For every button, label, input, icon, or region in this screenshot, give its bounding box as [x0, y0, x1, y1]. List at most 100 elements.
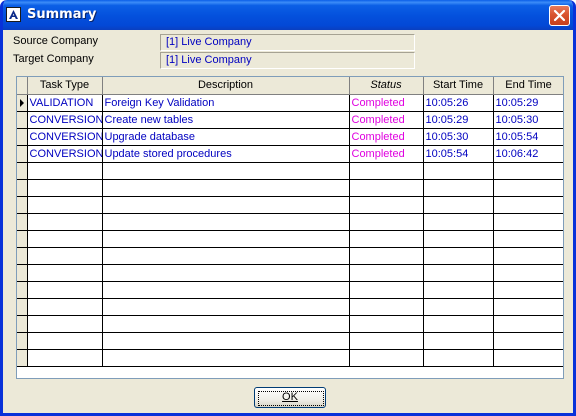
empty-row[interactable]: [17, 332, 563, 350]
ok-button[interactable]: OK: [254, 387, 326, 408]
empty-cell[interactable]: [423, 281, 494, 299]
empty-row[interactable]: [17, 162, 563, 180]
empty-cell[interactable]: [27, 247, 103, 265]
empty-cell[interactable]: [27, 315, 103, 333]
empty-cell[interactable]: [493, 196, 563, 214]
empty-cell[interactable]: [27, 196, 103, 214]
empty-row[interactable]: [17, 298, 563, 316]
start-time-cell[interactable]: 10:05:29: [423, 111, 494, 129]
task-type-cell[interactable]: CONVERSION: [27, 145, 103, 163]
title-bar[interactable]: Summary: [3, 0, 573, 30]
empty-cell[interactable]: [27, 298, 103, 316]
empty-cell[interactable]: [27, 264, 103, 282]
table-row[interactable]: CONVERSION Update stored procedures Comp…: [17, 145, 563, 163]
column-header-description[interactable]: Description: [102, 77, 350, 95]
empty-cell[interactable]: [423, 162, 494, 180]
empty-row[interactable]: [17, 281, 563, 299]
empty-row[interactable]: [17, 179, 563, 197]
empty-cell[interactable]: [102, 332, 350, 350]
status-cell[interactable]: Completed: [349, 128, 424, 146]
status-cell[interactable]: Completed: [349, 111, 424, 129]
description-cell[interactable]: Upgrade database: [102, 128, 350, 146]
task-type-cell[interactable]: CONVERSION: [27, 111, 103, 129]
empty-cell[interactable]: [493, 213, 563, 231]
end-time-cell[interactable]: 10:05:29: [493, 94, 563, 112]
empty-cell[interactable]: [423, 196, 494, 214]
empty-row[interactable]: [17, 196, 563, 214]
empty-row[interactable]: [17, 213, 563, 231]
empty-cell[interactable]: [27, 349, 103, 367]
empty-row[interactable]: [17, 264, 563, 282]
row-selector[interactable]: [17, 111, 28, 129]
row-selector[interactable]: [17, 349, 28, 367]
table-row[interactable]: CONVERSION Upgrade database Completed 10…: [17, 128, 563, 146]
empty-cell[interactable]: [423, 349, 494, 367]
empty-cell[interactable]: [349, 349, 424, 367]
status-cell[interactable]: Completed: [349, 145, 424, 163]
empty-cell[interactable]: [493, 179, 563, 197]
empty-cell[interactable]: [349, 264, 424, 282]
empty-cell[interactable]: [349, 162, 424, 180]
empty-cell[interactable]: [423, 298, 494, 316]
empty-cell[interactable]: [423, 332, 494, 350]
empty-row[interactable]: [17, 230, 563, 248]
start-time-cell[interactable]: 10:05:30: [423, 128, 494, 146]
empty-cell[interactable]: [423, 179, 494, 197]
status-cell[interactable]: Completed: [349, 94, 424, 112]
empty-cell[interactable]: [27, 230, 103, 248]
row-selector[interactable]: [17, 179, 28, 197]
empty-cell[interactable]: [349, 196, 424, 214]
empty-cell[interactable]: [493, 349, 563, 367]
empty-cell[interactable]: [349, 332, 424, 350]
close-button[interactable]: [549, 5, 570, 26]
end-time-cell[interactable]: 10:05:54: [493, 128, 563, 146]
row-selector[interactable]: [17, 332, 28, 350]
empty-cell[interactable]: [27, 281, 103, 299]
empty-cell[interactable]: [102, 349, 350, 367]
empty-cell[interactable]: [493, 315, 563, 333]
empty-row[interactable]: [17, 315, 563, 333]
row-selector[interactable]: [17, 315, 28, 333]
empty-cell[interactable]: [102, 298, 350, 316]
empty-cell[interactable]: [493, 332, 563, 350]
empty-cell[interactable]: [102, 230, 350, 248]
empty-cell[interactable]: [493, 230, 563, 248]
empty-cell[interactable]: [349, 230, 424, 248]
row-selector[interactable]: [17, 196, 28, 214]
column-header-task-type[interactable]: Task Type: [27, 77, 103, 95]
task-type-cell[interactable]: VALIDATION: [27, 94, 103, 112]
row-selector[interactable]: [17, 145, 28, 163]
empty-cell[interactable]: [27, 332, 103, 350]
empty-cell[interactable]: [423, 247, 494, 265]
empty-cell[interactable]: [349, 298, 424, 316]
empty-cell[interactable]: [423, 213, 494, 231]
row-selector[interactable]: [17, 94, 28, 112]
empty-cell[interactable]: [493, 247, 563, 265]
table-row[interactable]: VALIDATION Foreign Key Validation Comple…: [17, 94, 563, 112]
row-selector[interactable]: [17, 213, 28, 231]
empty-cell[interactable]: [493, 264, 563, 282]
row-selector[interactable]: [17, 281, 28, 299]
start-time-cell[interactable]: 10:05:54: [423, 145, 494, 163]
empty-row[interactable]: [17, 247, 563, 265]
empty-cell[interactable]: [102, 162, 350, 180]
start-time-cell[interactable]: 10:05:26: [423, 94, 494, 112]
empty-cell[interactable]: [349, 213, 424, 231]
row-selector[interactable]: [17, 128, 28, 146]
empty-cell[interactable]: [102, 264, 350, 282]
end-time-cell[interactable]: 10:05:30: [493, 111, 563, 129]
empty-cell[interactable]: [102, 213, 350, 231]
task-type-cell[interactable]: CONVERSION: [27, 128, 103, 146]
row-selector[interactable]: [17, 247, 28, 265]
description-cell[interactable]: Create new tables: [102, 111, 350, 129]
column-header-end-time[interactable]: End Time: [493, 77, 563, 95]
empty-cell[interactable]: [349, 247, 424, 265]
row-selector[interactable]: [17, 230, 28, 248]
empty-cell[interactable]: [423, 230, 494, 248]
empty-cell[interactable]: [102, 247, 350, 265]
column-header-status[interactable]: Status: [349, 77, 424, 95]
empty-cell[interactable]: [102, 179, 350, 197]
empty-cell[interactable]: [27, 162, 103, 180]
table-row[interactable]: CONVERSION Create new tables Completed 1…: [17, 111, 563, 129]
row-selector-header[interactable]: [17, 77, 28, 95]
